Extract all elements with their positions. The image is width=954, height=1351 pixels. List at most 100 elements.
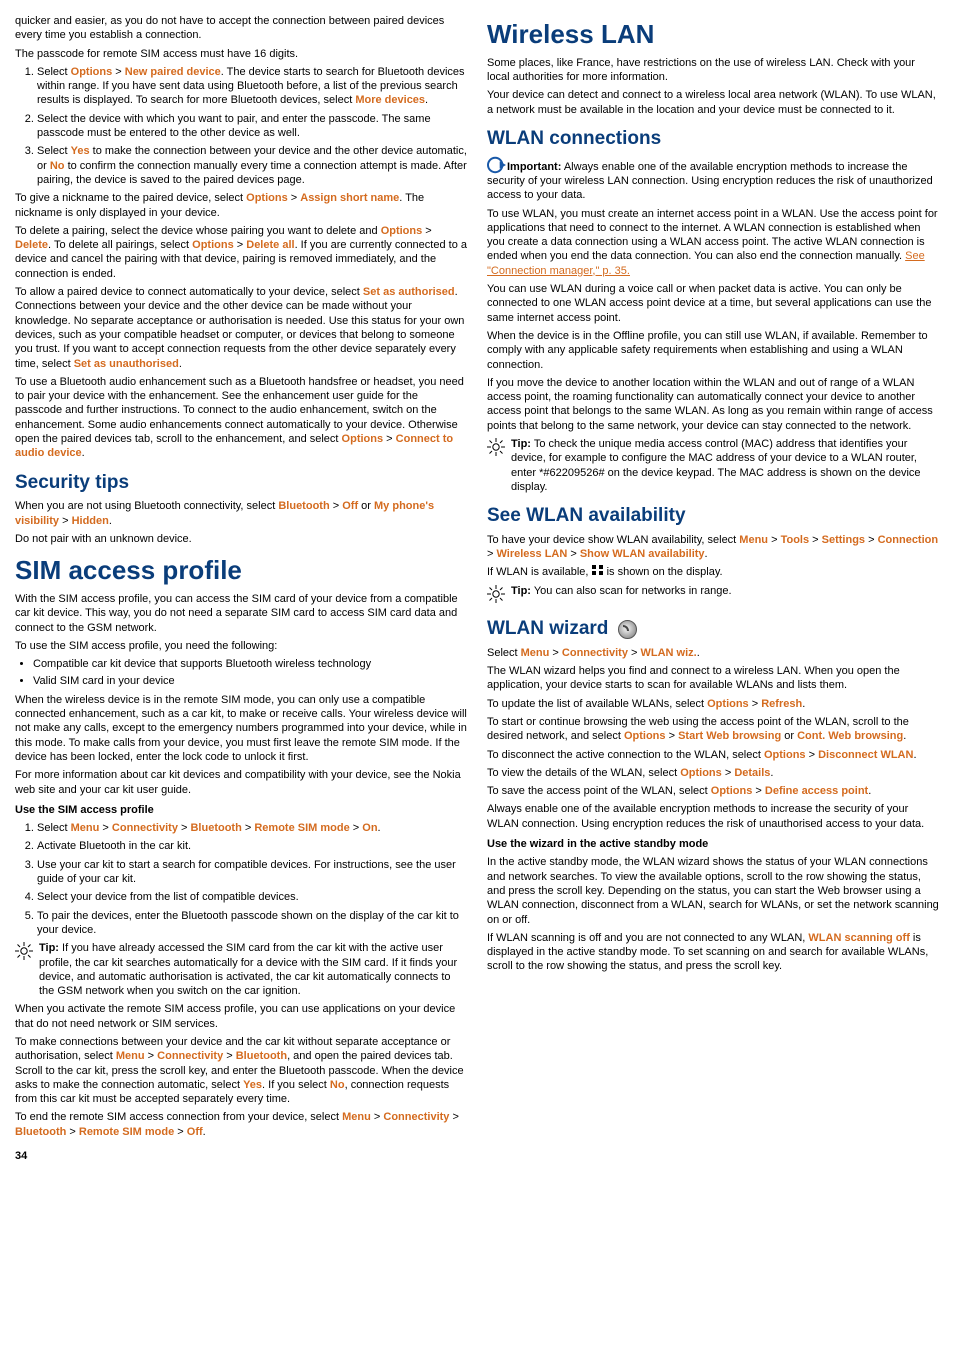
sim-p6: To make connections between your device … — [15, 1035, 467, 1106]
see-wlan-heading: See WLAN availability — [487, 504, 939, 529]
menu-link[interactable]: Menu — [739, 534, 768, 546]
options-link[interactable]: Options — [71, 66, 113, 78]
tip-label: Tip: — [511, 438, 531, 450]
connectivity-link[interactable]: Connectivity — [112, 822, 178, 834]
options-link[interactable]: Options — [624, 730, 666, 742]
menu-link[interactable]: Menu — [116, 1050, 145, 1062]
yes-link[interactable]: Yes — [243, 1079, 262, 1091]
set-authorised-link[interactable]: Set as authorised — [363, 286, 455, 298]
wz-p10: If WLAN scanning is off and you are not … — [487, 931, 939, 974]
step-5: To pair the devices, enter the Bluetooth… — [37, 909, 467, 938]
wireless-lan-heading: Wireless LAN — [487, 18, 939, 52]
wlan-connections-heading: WLAN connections — [487, 127, 939, 152]
refresh-link[interactable]: Refresh — [761, 698, 802, 710]
sim-access-heading: SIM access profile — [15, 554, 467, 588]
sim-steps: Select Menu > Connectivity > Bluetooth >… — [15, 821, 467, 937]
av-p2: If WLAN is available, is shown on the di… — [487, 565, 939, 579]
step-1: Select Options > New paired device. The … — [37, 65, 467, 108]
yes-link[interactable]: Yes — [71, 145, 90, 157]
wlan-p2: Your device can detect and connect to a … — [487, 88, 939, 117]
wlan-wiz-link[interactable]: WLAN wiz. — [640, 647, 696, 659]
step-4: Select your device from the list of comp… — [37, 890, 467, 904]
off-link[interactable]: Off — [187, 1126, 203, 1138]
menu-link[interactable]: Menu — [521, 647, 550, 659]
options-link[interactable]: Options — [680, 767, 722, 779]
delete-all-link[interactable]: Delete all — [246, 239, 294, 251]
connection-link[interactable]: Connection — [878, 534, 939, 546]
connectivity-link[interactable]: Connectivity — [157, 1050, 223, 1062]
bluetooth-link[interactable]: Bluetooth — [15, 1126, 66, 1138]
pairing-steps: Select Options > New paired device. The … — [15, 65, 467, 187]
define-access-point-link[interactable]: Define access point — [765, 785, 868, 797]
sim-requirements: Compatible car kit device that supports … — [15, 657, 467, 689]
wz-p1: Select Menu > Connectivity > WLAN wiz.. — [487, 646, 939, 660]
options-link[interactable]: Options — [711, 785, 753, 797]
intro-text: quicker and easier, as you do not have t… — [15, 14, 467, 43]
bluetooth-link[interactable]: Bluetooth — [236, 1050, 287, 1062]
wireless-lan-link[interactable]: Wireless LAN — [496, 548, 567, 560]
nickname-text: To give a nickname to the paired device,… — [15, 191, 467, 220]
important-label: Important: — [507, 161, 561, 173]
tip-label: Tip: — [511, 585, 531, 597]
sim-p1: With the SIM access profile, you can acc… — [15, 592, 467, 635]
settings-link[interactable]: Settings — [822, 534, 865, 546]
step-3: Select Yes to make the connection betwee… — [37, 144, 467, 187]
tip-icon — [487, 437, 505, 494]
details-link[interactable]: Details — [734, 767, 770, 779]
no-link[interactable]: No — [50, 160, 65, 172]
new-paired-device-link[interactable]: New paired device — [125, 66, 221, 78]
important-icon — [487, 156, 507, 174]
on-link[interactable]: On — [362, 822, 377, 834]
menu-link[interactable]: Menu — [71, 822, 100, 834]
menu-link[interactable]: Menu — [342, 1111, 371, 1123]
cont-web-link[interactable]: Cont. Web browsing — [797, 730, 903, 742]
wz-p9: In the active standby mode, the WLAN wiz… — [487, 855, 939, 926]
disconnect-wlan-link[interactable]: Disconnect WLAN — [818, 749, 913, 761]
use-sim-heading: Use the SIM access profile — [15, 803, 467, 817]
wz-p5: To disconnect the active connection to t… — [487, 748, 939, 762]
wlan-p1: Some places, like France, have restricti… — [487, 56, 939, 85]
off-link[interactable]: Off — [342, 500, 358, 512]
connectivity-link[interactable]: Connectivity — [383, 1111, 449, 1123]
options-link[interactable]: Options — [764, 749, 806, 761]
no-link[interactable]: No — [330, 1079, 345, 1091]
options-link[interactable]: Options — [707, 698, 749, 710]
step-2: Activate Bluetooth in the car kit. — [37, 839, 467, 853]
step-1: Select Menu > Connectivity > Bluetooth >… — [37, 821, 467, 835]
set-unauthorised-link[interactable]: Set as unauthorised — [74, 358, 179, 370]
options-link[interactable]: Options — [246, 192, 288, 204]
important-note: Important: Always enable one of the avai… — [487, 156, 939, 203]
bluetooth-link[interactable]: Bluetooth — [278, 500, 329, 512]
bluetooth-link[interactable]: Bluetooth — [190, 822, 241, 834]
tip-note: Tip: If you have already accessed the SI… — [15, 941, 467, 998]
step-3: Use your car kit to start a search for c… — [37, 858, 467, 887]
assign-short-name-link[interactable]: Assign short name — [300, 192, 399, 204]
wc-p2: To use WLAN, you must create an internet… — [487, 207, 939, 278]
wlan-available-icon — [592, 565, 604, 576]
remote-sim-link[interactable]: Remote SIM mode — [254, 822, 349, 834]
show-wlan-link[interactable]: Show WLAN availability — [580, 548, 705, 560]
step-2: Select the device with which you want to… — [37, 112, 467, 141]
tip-icon — [15, 941, 33, 998]
hidden-link[interactable]: Hidden — [72, 515, 109, 527]
wz-p4: To start or continue browsing the web us… — [487, 715, 939, 744]
tip-note: Tip: To check the unique media access co… — [487, 437, 939, 494]
options-link[interactable]: Options — [192, 239, 234, 251]
security-text: When you are not using Bluetooth connect… — [15, 499, 467, 528]
wc-p3: You can use WLAN during a voice call or … — [487, 282, 939, 325]
options-link[interactable]: Options — [381, 225, 423, 237]
auth-text: To allow a paired device to connect auto… — [15, 285, 467, 371]
connectivity-link[interactable]: Connectivity — [562, 647, 628, 659]
list-item: Valid SIM card in your device — [33, 674, 467, 688]
wc-p4: When the device is in the Offline profil… — [487, 329, 939, 372]
wlan-scanning-off-link[interactable]: WLAN scanning off — [808, 932, 909, 944]
tools-link[interactable]: Tools — [781, 534, 810, 546]
delete-link[interactable]: Delete — [15, 239, 48, 251]
options-link[interactable]: Options — [342, 433, 384, 445]
wz-p8: Always enable one of the available encry… — [487, 802, 939, 831]
start-web-link[interactable]: Start Web browsing — [678, 730, 781, 742]
remote-sim-link[interactable]: Remote SIM mode — [79, 1126, 174, 1138]
security-tips-heading: Security tips — [15, 471, 467, 496]
page-number: 34 — [15, 1149, 467, 1163]
more-devices-link[interactable]: More devices — [355, 94, 425, 106]
